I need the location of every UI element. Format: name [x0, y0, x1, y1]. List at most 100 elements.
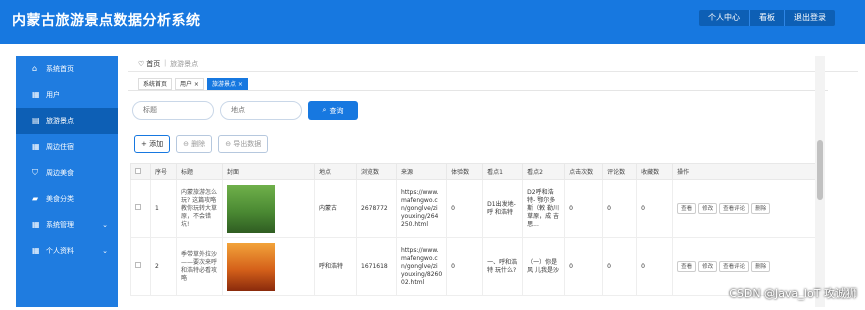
- search-row: ⌕ 查询: [132, 101, 358, 120]
- row-clicks: 0: [565, 180, 603, 238]
- folder-icon: ▰: [32, 195, 40, 203]
- tab-home[interactable]: 系统首页: [138, 78, 172, 90]
- column-header: 评论数: [603, 164, 637, 180]
- row-favorites: 0: [637, 238, 673, 296]
- main-area: ♡ 首页 | 旅游景点 系统首页 用户 × 旅游景点 × ⌕ 查询 + 添加 ⊖…: [128, 56, 858, 91]
- sidebar-item-label: 系统管理: [46, 220, 74, 230]
- dashboard-button[interactable]: 看板: [749, 10, 784, 26]
- content-panel: ⌕ 查询 + 添加 ⊖ 删除 ⊖ 导出数据 序号 标题 封面 地点 浏览数 来源…: [128, 90, 828, 310]
- row-clicks: 0: [565, 238, 603, 296]
- heart-icon: ♡: [138, 60, 144, 68]
- delete-row-button[interactable]: 删除: [751, 261, 770, 272]
- add-button[interactable]: + 添加: [134, 135, 170, 153]
- row-comments: 0: [603, 238, 637, 296]
- chevron-down-icon: ⌄: [102, 221, 108, 229]
- delete-button[interactable]: ⊖ 删除: [176, 135, 212, 153]
- row-select-cell[interactable]: [131, 238, 151, 296]
- select-all-checkbox[interactable]: [135, 168, 141, 174]
- chevron-down-icon: ⌄: [102, 247, 108, 255]
- sidebar-item-label: 美食分类: [46, 194, 74, 204]
- column-header: 体验数: [447, 164, 483, 180]
- table-row[interactable]: 1内蒙旅游怎么玩? 这篇攻略 教你玩转大草 原，不会错 坑! 内蒙古2678772…: [131, 180, 816, 238]
- breadcrumb-home[interactable]: 首页: [146, 59, 160, 69]
- sidebar-item[interactable]: ⌂ 系统首页: [16, 56, 118, 82]
- tab-users[interactable]: 用户 ×: [175, 78, 204, 90]
- column-header: 点击次数: [565, 164, 603, 180]
- header-buttons: 个人中心 看板 退出登录: [699, 10, 835, 26]
- breadcrumb-separator: |: [164, 60, 166, 67]
- sidebar-item-label: 周边美食: [46, 168, 74, 178]
- column-header: 地点: [315, 164, 357, 180]
- sidebar-item[interactable]: ▤旅游景点: [16, 108, 118, 134]
- row-cover: [223, 180, 315, 238]
- title-search-input[interactable]: [132, 101, 214, 120]
- query-button-label: 查询: [329, 106, 343, 116]
- view-comments-button[interactable]: 查看评论: [719, 203, 749, 214]
- row-source: https://www. mafengwo.c n/gonglve/zi you…: [397, 238, 447, 296]
- data-table: 序号 标题 封面 地点 浏览数 来源 体验数 看点1 看点2 点击次数 评论数 …: [130, 163, 816, 296]
- select-all-header[interactable]: [131, 164, 151, 180]
- row-experience: 0: [447, 238, 483, 296]
- row-location: 内蒙古: [315, 180, 357, 238]
- tab-scenic-spots[interactable]: 旅游景点 ×: [207, 78, 248, 90]
- table-header-row: 序号 标题 封面 地点 浏览数 来源 体验数 看点1 看点2 点击次数 评论数 …: [131, 164, 816, 180]
- personal-center-button[interactable]: 个人中心: [699, 10, 749, 26]
- edit-button[interactable]: 修改: [698, 203, 717, 214]
- delete-row-button[interactable]: 删除: [751, 203, 770, 214]
- row-title: 内蒙旅游怎么玩? 这篇攻略 教你玩转大草 原，不会错 坑!: [177, 180, 223, 238]
- sidebar-item-label: 个人资料: [46, 246, 74, 256]
- row-views: 2678772: [357, 180, 397, 238]
- home-icon: ⌂: [32, 65, 40, 73]
- sidebar-item[interactable]: ▰ 美食分类: [16, 186, 118, 212]
- row-point2: （一）你是风 儿我是沙: [523, 238, 565, 296]
- row-experience: 0: [447, 180, 483, 238]
- table-row[interactable]: 2季带草外拉沙 ——要次来呼 和浩特必看攻 略呼和浩特1671618https:…: [131, 238, 816, 296]
- sidebar-item-label: 用户: [46, 90, 60, 100]
- row-cover: [223, 238, 315, 296]
- column-header: 浏览数: [357, 164, 397, 180]
- edit-button[interactable]: 修改: [698, 261, 717, 272]
- view-button[interactable]: 查看: [677, 261, 696, 272]
- row-favorites: 0: [637, 180, 673, 238]
- sidebar-item[interactable]: ▦ 个人资料 ⌄: [16, 238, 118, 264]
- export-button[interactable]: ⊖ 导出数据: [218, 135, 268, 153]
- app-title: 内蒙古旅游景点数据分析系统: [12, 10, 201, 30]
- sidebar: ⌂ 系统首页 ▦ 用户 ▤旅游景点▦周边住宿 ⛉ 周边美食 ▰ 美食分类 ▦ 系统管理 ⌄ ▦ 个人资料 ⌄: [16, 56, 118, 307]
- cover-image: [227, 185, 275, 233]
- row-views: 1671618: [357, 238, 397, 296]
- grid-icon: ▦: [32, 143, 40, 151]
- sidebar-item-label: 系统首页: [46, 64, 74, 74]
- row-checkbox[interactable]: [135, 262, 141, 268]
- column-header: 序号: [151, 164, 177, 180]
- grid-icon: ▦: [32, 91, 40, 99]
- breadcrumb-current: 旅游景点: [170, 59, 198, 69]
- scrollbar-thumb[interactable]: [817, 140, 823, 200]
- column-header: 操作: [673, 164, 816, 180]
- column-header: 收藏数: [637, 164, 673, 180]
- grid-icon: ▦: [32, 247, 40, 255]
- logout-button[interactable]: 退出登录: [784, 10, 835, 26]
- sidebar-item[interactable]: ▦ 用户: [16, 82, 118, 108]
- list-icon: ▤: [32, 117, 40, 125]
- row-source: https://www. mafengwo.c n/gonglve/zi you…: [397, 180, 447, 238]
- sidebar-item[interactable]: ▦周边住宿: [16, 134, 118, 160]
- query-button[interactable]: ⌕ 查询: [308, 101, 358, 120]
- row-point2: D2呼和浩特- 鄂尔多斯（敕 勒川草原，成 吉思...: [523, 180, 565, 238]
- location-search-input[interactable]: [220, 101, 302, 120]
- column-header: 封面: [223, 164, 315, 180]
- shield-icon: ⛉: [32, 169, 40, 177]
- row-operations: 查看修改查看评论删除: [673, 180, 816, 238]
- column-header: 看点1: [483, 164, 523, 180]
- sidebar-item[interactable]: ⛉ 周边美食: [16, 160, 118, 186]
- row-checkbox[interactable]: [135, 204, 141, 210]
- cover-image: [227, 243, 275, 291]
- row-title: 季带草外拉沙 ——要次来呼 和浩特必看攻 略: [177, 238, 223, 296]
- view-button[interactable]: 查看: [677, 203, 696, 214]
- grid-icon: ▦: [32, 221, 40, 229]
- row-index: 1: [151, 180, 177, 238]
- view-comments-button[interactable]: 查看评论: [719, 261, 749, 272]
- row-select-cell[interactable]: [131, 180, 151, 238]
- column-header: 标题: [177, 164, 223, 180]
- sidebar-item[interactable]: ▦ 系统管理 ⌄: [16, 212, 118, 238]
- breadcrumb: ♡ 首页 | 旅游景点: [128, 56, 858, 72]
